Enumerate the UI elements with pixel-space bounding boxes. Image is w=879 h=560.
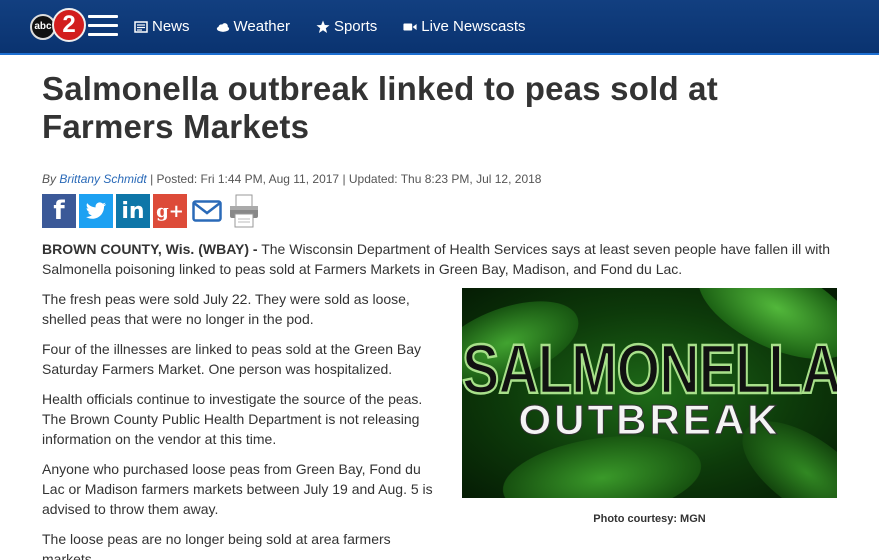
print-button[interactable] [227,194,261,228]
author-link[interactable]: Brittany Schmidt [59,172,146,186]
byline-by: By [42,172,57,186]
article-title: Salmonella outbreak linked to peas sold … [42,70,718,145]
twitter-share-button[interactable] [79,194,113,228]
email-icon [192,200,222,222]
article-body: The fresh peas were sold July 22. They w… [42,289,447,560]
body-paragraph: The loose peas are no longer being sold … [42,531,391,560]
updated-date: | Updated: Thu 8:23 PM, Jul 12, 2018 [342,172,542,186]
main-nav: News Weather Sports Live Newscasts [134,18,552,35]
nav-item-news[interactable]: News [134,18,190,35]
cloud-icon [216,22,229,32]
google-plus-share-button[interactable]: g+ [153,194,187,228]
posted-date: | Posted: Fri 1:44 PM, Aug 11, 2017 [150,172,340,186]
article-photo[interactable]: SALMONELLA OUTBREAK [462,288,837,498]
nav-label: News [152,18,190,35]
nav-label: Live Newscasts [421,18,526,35]
abc2-logo[interactable]: abc 2 [30,8,86,44]
share-bar: f in g+ [42,194,264,228]
email-share-button[interactable] [190,194,224,228]
twitter-icon [85,202,107,219]
nav-label: Weather [233,18,290,35]
body-paragraph: Four of the illnesses are linked to peas… [42,341,421,377]
dateline: BROWN COUNTY, Wis. (WBAY) - [42,241,258,257]
google-plus-icon: g+ [156,200,184,222]
photo-headline-line2: OUTBREAK [518,396,781,444]
linkedin-icon: in [121,198,145,224]
body-paragraph: Health officials continue to investigate… [42,391,423,447]
body-paragraph: Anyone who purchased loose peas from Gre… [42,461,433,517]
lede-paragraph: BROWN COUNTY, Wis. (WBAY) - The Wisconsi… [42,239,832,279]
byline: By Brittany Schmidt | Posted: Fri 1:44 P… [42,172,541,186]
star-icon [316,20,330,33]
nav-item-weather[interactable]: Weather [216,18,290,35]
photo-caption: Photo courtesy: MGN [593,513,706,525]
facebook-icon: f [53,196,65,226]
linkedin-share-button[interactable]: in [116,194,150,228]
printer-icon [230,194,258,228]
body-paragraph: The fresh peas were sold July 22. They w… [42,291,410,327]
video-camera-icon [403,23,417,30]
nav-item-live-newscasts[interactable]: Live Newscasts [403,18,526,35]
site-header: abc 2 News Weather Sports Live Newscasts [0,0,879,55]
menu-icon[interactable] [88,15,118,37]
logo-number: 2 [52,8,86,42]
facebook-share-button[interactable]: f [42,194,76,228]
nav-item-sports[interactable]: Sports [316,18,377,35]
nav-label: Sports [333,18,378,35]
newspaper-icon [134,20,148,33]
